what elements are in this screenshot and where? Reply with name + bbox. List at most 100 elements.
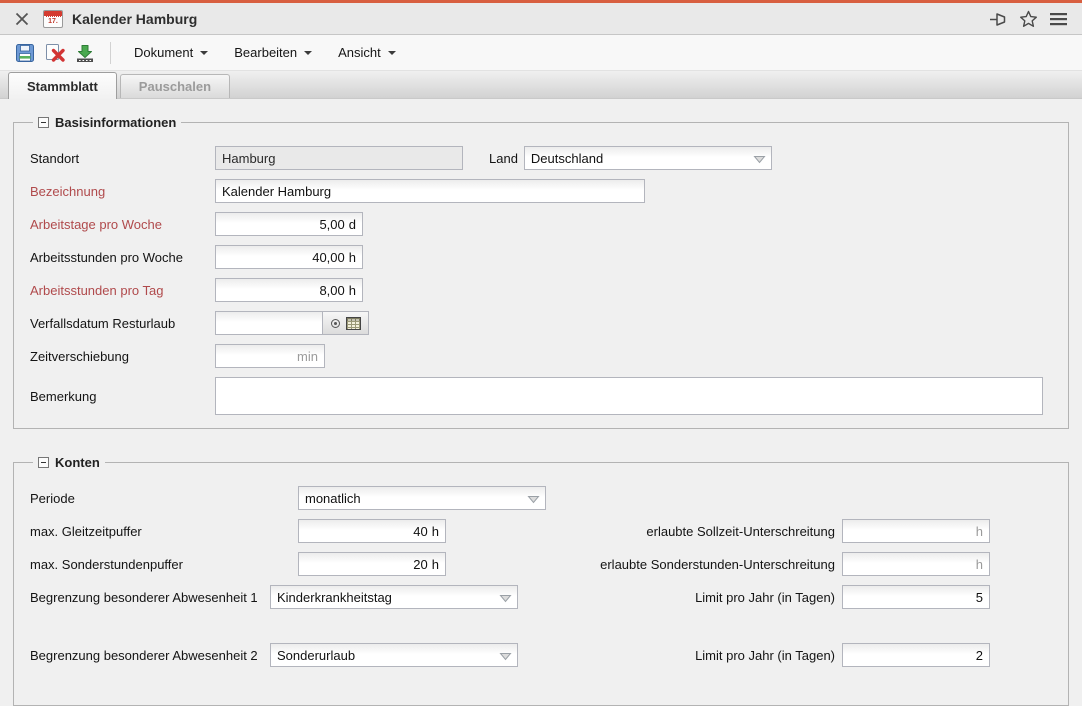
calendar-icon-day: 17. [44, 17, 62, 26]
zeitverschiebung-input[interactable]: min [215, 344, 325, 368]
standort-value: Hamburg [222, 151, 275, 166]
dropdown-arrow-icon [499, 594, 512, 603]
periode-label: Periode [30, 491, 298, 506]
row-periode: Periode monatlich [30, 486, 1052, 510]
chevron-down-icon [304, 51, 312, 55]
menu-ansicht[interactable]: Ansicht [325, 40, 409, 66]
row-bemerkung: Bemerkung [30, 377, 1052, 415]
limit-2-input[interactable]: 2 [842, 643, 990, 667]
arbeitsstunden-woche-input[interactable]: 40,00 h [215, 245, 363, 269]
tab-stammblatt[interactable]: Stammblatt [8, 72, 117, 99]
bemerkung-label: Bemerkung [30, 389, 215, 404]
sollzeit-unit: h [976, 524, 983, 539]
land-dropdown[interactable]: Deutschland [524, 146, 772, 170]
row-abwesenheit-2: Begrenzung besonderer Abwesenheit 2 Sond… [30, 643, 1052, 692]
section-title: Konten [55, 455, 100, 470]
section-konten-header: Konten [33, 455, 105, 470]
limit-1-input[interactable]: 5 [842, 585, 990, 609]
verfallsdatum-input[interactable] [216, 312, 322, 334]
import-button[interactable] [70, 39, 100, 67]
arbeitsstunden-woche-label: Arbeitsstunden pro Woche [30, 250, 215, 265]
row-verfallsdatum: Verfallsdatum Resturlaub [30, 311, 1052, 335]
zeitverschiebung-unit: min [297, 349, 318, 364]
row-sonderstundenpuffer: max. Sonderstundenpuffer 20 h erlaubte S… [30, 552, 1052, 576]
arbeitstage-woche-label: Arbeitstage pro Woche [30, 217, 215, 232]
section-title: Basisinformationen [55, 115, 176, 130]
save-button[interactable] [10, 39, 40, 67]
menu-dokument[interactable]: Dokument [121, 40, 221, 66]
limit-1-value: 5 [976, 590, 983, 605]
arbeitsstunden-tag-unit: h [349, 283, 356, 298]
row-standort: Standort Hamburg Land Deutschland [30, 146, 1052, 170]
menu-dokument-label: Dokument [134, 45, 193, 60]
arbeitsstunden-tag-value: 8,00 [319, 283, 344, 298]
standort-field: Hamburg [215, 146, 463, 170]
tab-strip: Stammblatt Pauschalen [0, 71, 1082, 99]
toolbar: Dokument Bearbeiten Ansicht [0, 35, 1082, 71]
favorite-button[interactable] [1019, 10, 1038, 28]
dropdown-arrow-icon [499, 652, 512, 661]
gleitzeitpuffer-input[interactable]: 40 h [298, 519, 446, 543]
menu-bearbeiten-label: Bearbeiten [234, 45, 297, 60]
toolbar-separator [110, 42, 111, 64]
standort-label: Standort [30, 151, 215, 166]
bezeichnung-input[interactable]: Kalender Hamburg [215, 179, 645, 203]
row-gleitzeitpuffer: max. Gleitzeitpuffer 40 h erlaubte Sollz… [30, 519, 1052, 543]
sonderstundenpuffer-input[interactable]: 20 h [298, 552, 446, 576]
sonderstunden-unit: h [976, 557, 983, 572]
tab-stammblatt-label: Stammblatt [27, 79, 98, 94]
window-menu-button[interactable] [1049, 12, 1068, 26]
row-arbeitstage-woche: Arbeitstage pro Woche 5,00 d [30, 212, 1052, 236]
section-basisinformationen: Basisinformationen Standort Hamburg Land… [13, 115, 1069, 429]
date-picker-button[interactable] [322, 312, 368, 334]
collapse-icon[interactable] [38, 457, 49, 468]
dropdown-arrow-icon [753, 155, 766, 164]
sonderstunden-input[interactable]: h [842, 552, 990, 576]
application-window: 17. Kalender Hamburg Dokument [0, 0, 1082, 692]
calendar-icon: 17. [43, 10, 63, 28]
arbeitsstunden-woche-unit: h [349, 250, 356, 265]
abwesenheit-1-dropdown[interactable]: Kinderkrankheitstag [270, 585, 518, 609]
abwesenheit-1-label: Begrenzung besonderer Abwesenheit 1 [30, 585, 270, 610]
abwesenheit-1-value: Kinderkrankheitstag [277, 590, 392, 605]
abwesenheit-2-dropdown[interactable]: Sonderurlaub [270, 643, 518, 667]
arbeitstage-woche-unit: d [349, 217, 356, 232]
limit-2-group: Limit pro Jahr (in Tagen) 2 [695, 643, 990, 667]
zeitverschiebung-label: Zeitverschiebung [30, 349, 215, 364]
menu-bearbeiten[interactable]: Bearbeiten [221, 40, 325, 66]
sonderstundenpuffer-label: max. Sonderstundenpuffer [30, 557, 298, 572]
arbeitstage-woche-value: 5,00 [319, 217, 344, 232]
page-title: Kalender Hamburg [72, 11, 197, 27]
bezeichnung-label: Bezeichnung [30, 184, 215, 199]
chevron-down-icon [200, 51, 208, 55]
sonderstunden-label: erlaubte Sonderstunden-Unterschreitung [600, 557, 835, 572]
close-button[interactable] [14, 11, 30, 27]
discard-button[interactable] [40, 39, 70, 67]
land-label: Land [489, 151, 518, 166]
titlebar-actions [987, 9, 1068, 29]
abwesenheit-2-value: Sonderurlaub [277, 648, 355, 663]
gleitzeitpuffer-label: max. Gleitzeitpuffer [30, 524, 298, 539]
gleitzeitpuffer-unit: h [432, 524, 439, 539]
limit-1-group: Limit pro Jahr (in Tagen) 5 [695, 585, 990, 609]
sonderstundenpuffer-unit: h [432, 557, 439, 572]
arbeitsstunden-tag-input[interactable]: 8,00 h [215, 278, 363, 302]
calendar-picker-icon [346, 317, 361, 330]
chevron-down-icon [388, 51, 396, 55]
pin-button[interactable] [987, 9, 1008, 29]
sollzeit-label: erlaubte Sollzeit-Unterschreitung [646, 524, 835, 539]
arbeitstage-woche-input[interactable]: 5,00 d [215, 212, 363, 236]
bemerkung-textarea[interactable] [215, 377, 1043, 415]
limit-1-label: Limit pro Jahr (in Tagen) [695, 590, 835, 605]
sollzeit-input[interactable]: h [842, 519, 990, 543]
section-basisinformationen-header: Basisinformationen [33, 115, 181, 130]
form-content: Basisinformationen Standort Hamburg Land… [0, 99, 1082, 706]
arbeitsstunden-woche-value: 40,00 [312, 250, 345, 265]
tab-pauschalen[interactable]: Pauschalen [120, 74, 230, 98]
collapse-icon[interactable] [38, 117, 49, 128]
gleitzeitpuffer-value: 40 [413, 524, 427, 539]
sonderstunden-group: erlaubte Sonderstunden-Unterschreitung h [600, 552, 990, 576]
discard-icon [44, 43, 66, 63]
sollzeit-group: erlaubte Sollzeit-Unterschreitung h [646, 519, 990, 543]
periode-dropdown[interactable]: monatlich [298, 486, 546, 510]
